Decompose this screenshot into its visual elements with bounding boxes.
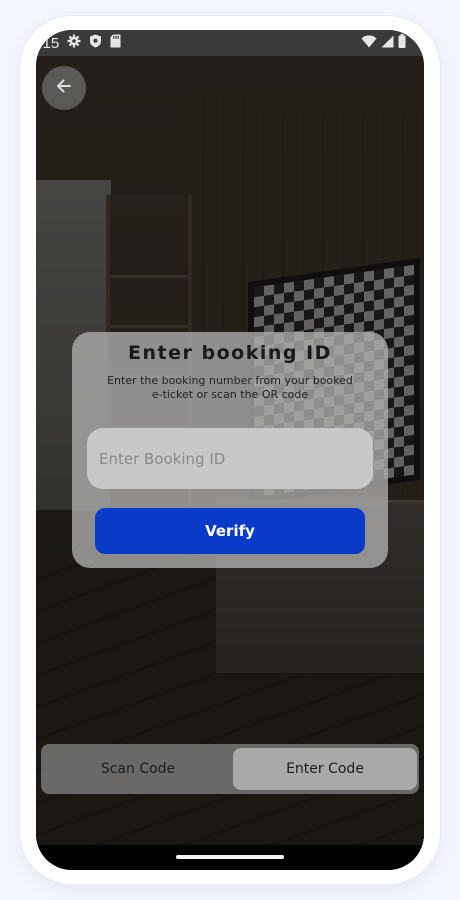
tab-scan-code[interactable]: Scan Code [45,748,231,790]
booking-id-input[interactable] [87,428,373,489]
status-icons-left [67,34,121,52]
battery-icon [398,34,406,52]
verify-button[interactable]: Verify [95,508,365,554]
shield-icon [89,34,102,52]
dialog-subtitle: Enter the booking number from your booke… [107,374,353,401]
navigation-bar [36,845,424,870]
booking-dialog: Enter booking ID Enter the booking numbe… [72,332,388,568]
back-button[interactable] [42,66,86,110]
tab-enter-code[interactable]: Enter Code [233,748,417,790]
status-time: 2:15 [36,34,60,52]
app-screen: 2:15 [36,30,424,870]
gear-icon [67,34,81,52]
status-icons-right [361,34,406,52]
home-indicator[interactable] [176,855,284,859]
status-bar: 2:15 [36,30,424,56]
sd-card-icon [110,34,121,52]
arrow-left-icon [55,77,73,99]
signal-icon [381,35,394,52]
wifi-icon [361,34,377,52]
mode-tabs: Scan Code Enter Code [41,744,419,794]
dialog-title: Enter booking ID [128,342,332,364]
